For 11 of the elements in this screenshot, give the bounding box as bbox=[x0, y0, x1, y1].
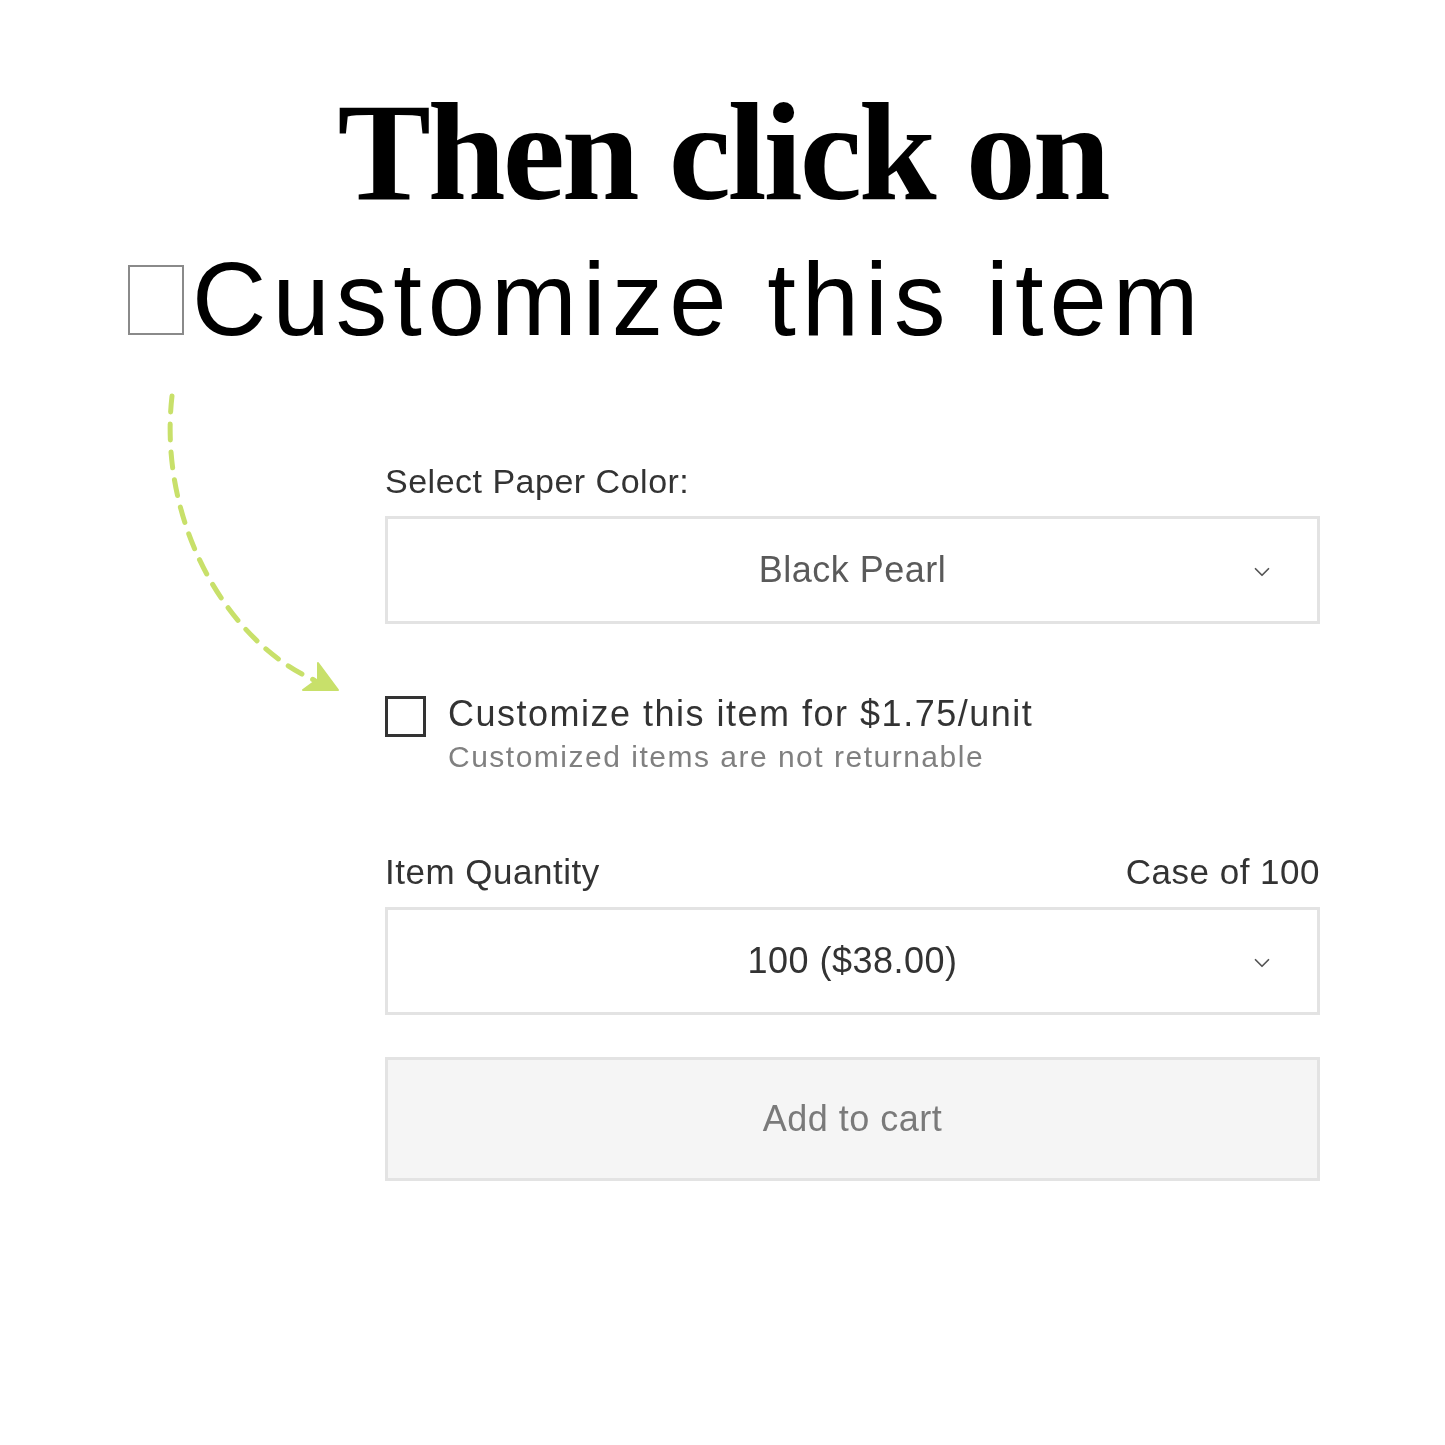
empty-rectangle-icon bbox=[128, 264, 184, 335]
headline: Then click on bbox=[337, 78, 1108, 225]
note-text: Customized items are not returnable bbox=[448, 739, 986, 776]
checkbox-label: Customize this item for $1.75/unit bbox=[448, 692, 1034, 736]
dropdown-select[interactable]: 100 ($38.00) bbox=[385, 907, 1320, 1016]
subheadline: Customize this item bbox=[192, 243, 1205, 357]
field-label: Item Quantity bbox=[385, 851, 600, 894]
case-size-text: Case of 100 bbox=[1125, 851, 1320, 894]
checkbox[interactable] bbox=[385, 696, 426, 738]
dropdown-select[interactable]: Black Pearl bbox=[385, 516, 1320, 625]
field-label: Select Paper Color: bbox=[385, 461, 691, 503]
